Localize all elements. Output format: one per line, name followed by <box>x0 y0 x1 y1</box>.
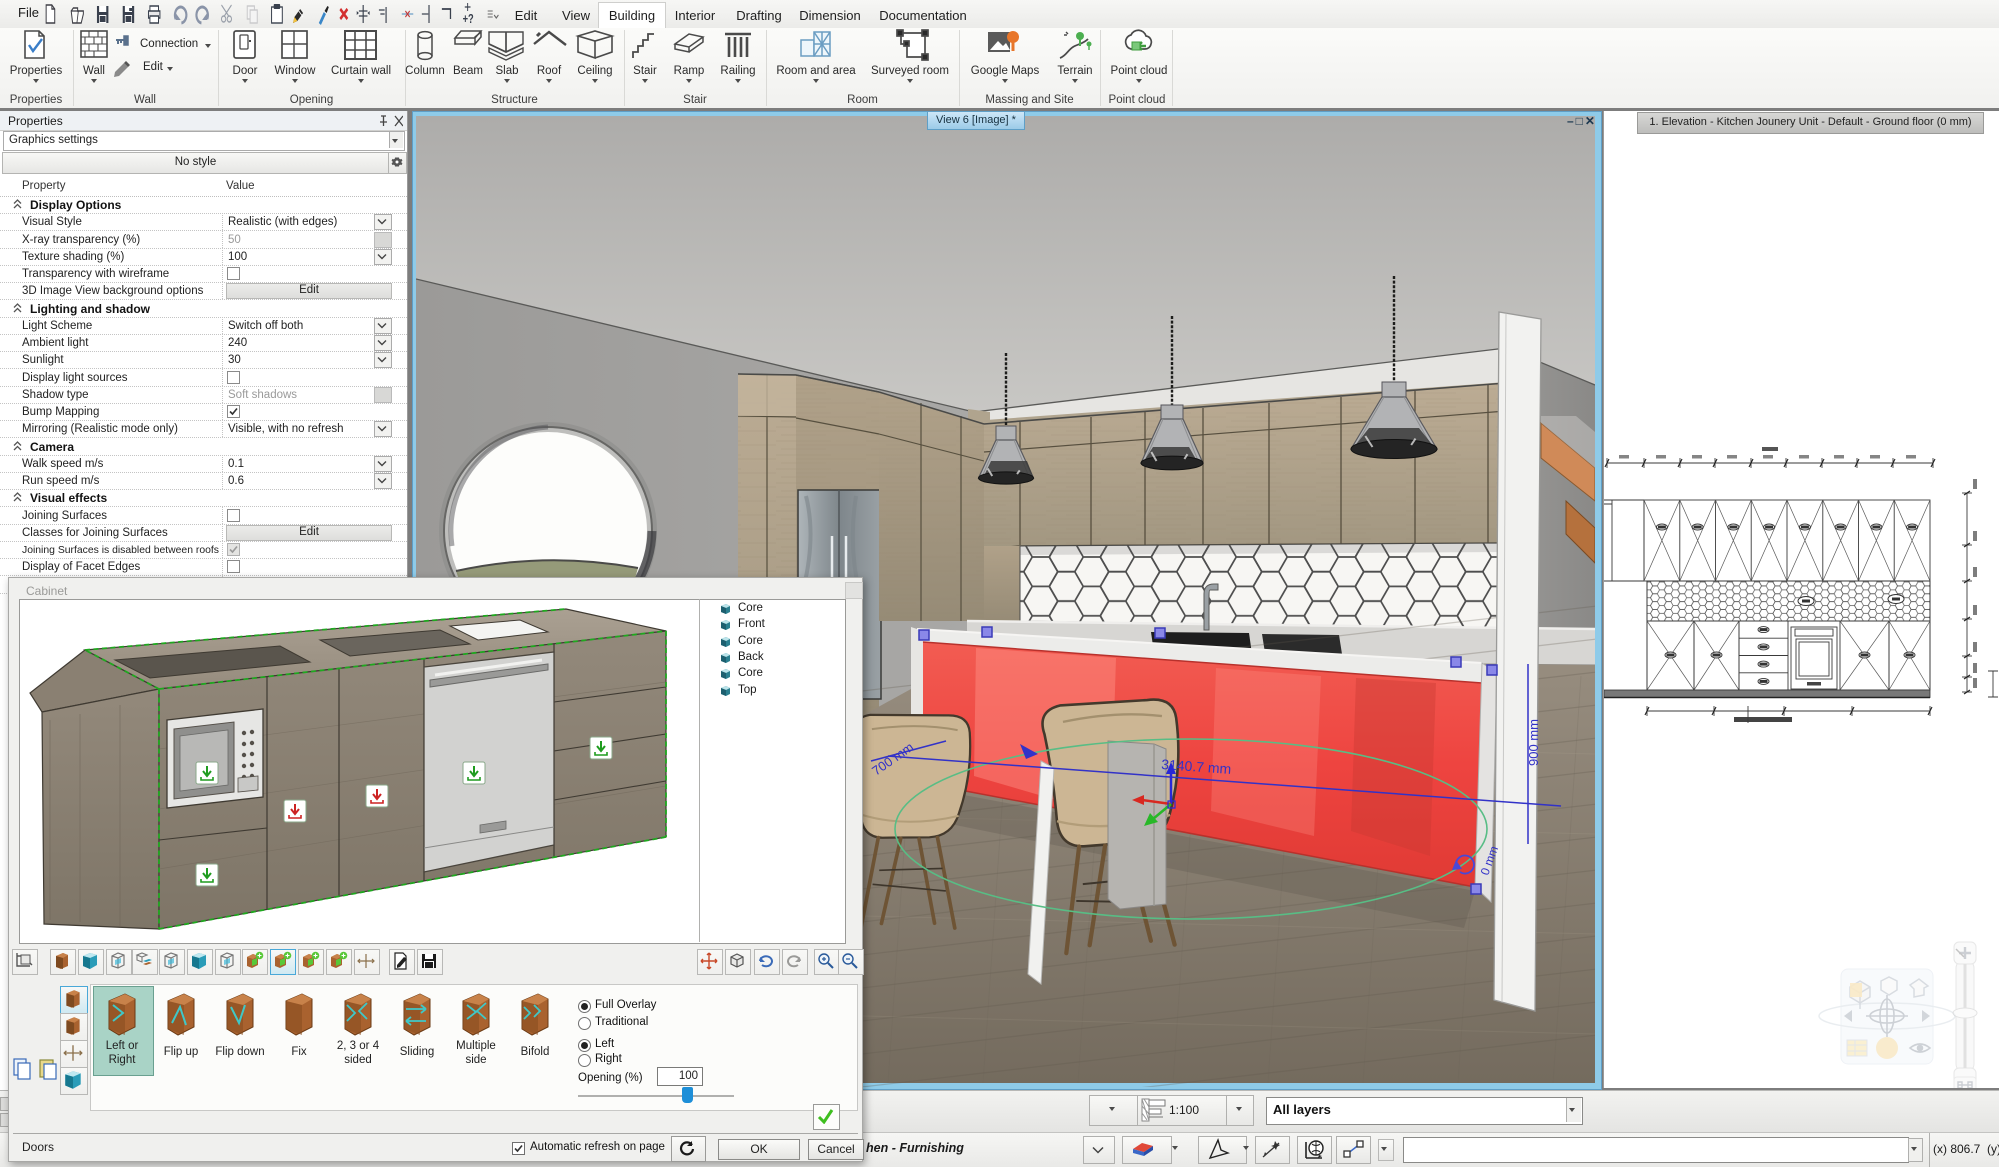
svg-text:900 mm: 900 mm <box>1526 719 1541 766</box>
svg-text:+?: +? <box>463 13 474 26</box>
